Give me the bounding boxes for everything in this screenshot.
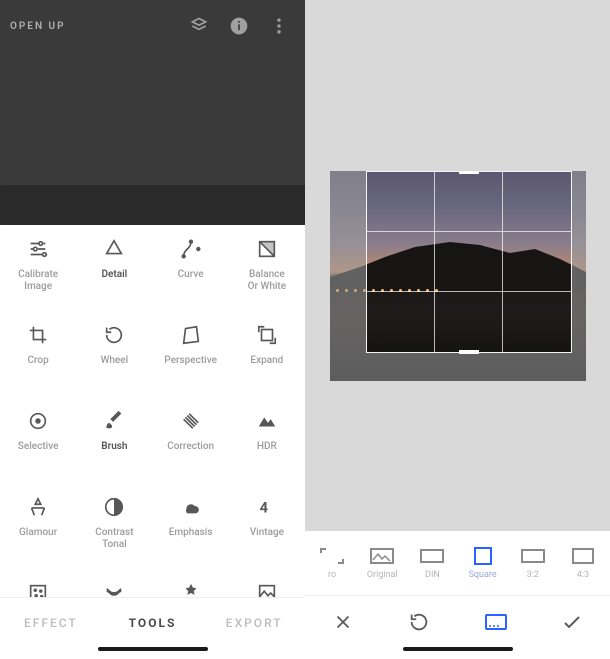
tools-screen: OPEN UP Calibrate Image Detail Curve Balanc… xyxy=(0,0,305,659)
tool-tune[interactable]: Calibrate Image xyxy=(0,235,76,303)
brush-icon xyxy=(100,407,128,435)
tool-grain[interactable]: Grain xyxy=(0,579,76,597)
crop-screen: ro Original DIN Square 3:2 4:3 xyxy=(305,0,610,659)
stack-icon[interactable] xyxy=(183,10,215,42)
tab-export[interactable]: EXPORT xyxy=(203,616,305,630)
tool-label: Emphasis xyxy=(169,527,213,539)
tool-selective[interactable]: Selective xyxy=(0,407,76,475)
info-icon[interactable] xyxy=(223,10,255,42)
white-balance-icon xyxy=(253,235,281,263)
tonal-contrast-icon xyxy=(100,493,128,521)
glamour-icon xyxy=(24,493,52,521)
grain-icon xyxy=(24,579,52,597)
tool-glamour[interactable]: Glamour xyxy=(0,493,76,561)
rotate-button[interactable] xyxy=(381,611,457,633)
tool-curves[interactable]: Curve xyxy=(153,235,229,303)
tool-label: Detail xyxy=(101,269,127,281)
tool-noir[interactable]: White And Black xyxy=(229,579,305,597)
tools-sheet: Calibrate Image Detail Curve Balance Or Whi… xyxy=(0,225,305,597)
aspect-button[interactable] xyxy=(458,613,534,631)
tool-detail[interactable]: Detail xyxy=(76,235,152,303)
tool-label: Wheel xyxy=(101,355,129,367)
ratio-label: Original xyxy=(367,570,398,580)
tool-label: Selective xyxy=(18,441,59,453)
ratio-square-icon xyxy=(469,546,497,566)
tool-drama[interactable]: Emphasis xyxy=(153,493,229,561)
tool-white-balance[interactable]: Balance Or White xyxy=(229,235,305,303)
ratio-original-icon xyxy=(368,546,396,566)
tool-hdr[interactable]: HDR xyxy=(229,407,305,475)
tool-expand[interactable]: Expand xyxy=(229,321,305,389)
svg-text:4: 4 xyxy=(260,499,269,517)
tool-tonal-contrast[interactable]: Contrast Tonal xyxy=(76,493,152,561)
tool-label: Expand xyxy=(250,355,283,367)
ratio-free[interactable]: ro xyxy=(309,546,355,580)
tab-tools[interactable]: TOOLS xyxy=(102,616,204,630)
top-bar: OPEN UP xyxy=(0,0,305,52)
crop-action-bar xyxy=(305,595,610,647)
ratio-free-icon xyxy=(318,546,346,566)
tab-effects[interactable]: EFFECT xyxy=(0,616,102,630)
tool-vintage[interactable]: 4 Vintage xyxy=(229,493,305,561)
cancel-button[interactable] xyxy=(305,611,381,633)
noir-icon xyxy=(253,579,281,597)
tool-label: Calibrate Image xyxy=(18,269,58,292)
ratio-label: Square xyxy=(469,570,497,580)
tool-label: Glamour xyxy=(19,527,57,539)
tool-label: Perspective xyxy=(164,355,217,367)
ratio-3-2[interactable]: 3:2 xyxy=(510,546,556,580)
home-indicator xyxy=(305,647,610,659)
app-brand: OPEN UP xyxy=(10,21,66,32)
tool-rotate[interactable]: Wheel xyxy=(76,321,152,389)
crop-stage[interactable] xyxy=(305,0,610,531)
retrolux-icon xyxy=(100,579,128,597)
ratio-label: 4:3 xyxy=(577,570,589,580)
tool-brush[interactable]: Brush xyxy=(76,407,152,475)
photo xyxy=(330,171,586,381)
tool-label: HDR xyxy=(257,441,277,453)
expand-icon xyxy=(253,321,281,349)
tool-grunge[interactable]: Grunge xyxy=(153,579,229,597)
aspect-ratio-row: ro Original DIN Square 3:2 4:3 xyxy=(305,531,610,595)
tool-label: Brush xyxy=(101,441,127,453)
editor-backdrop: OPEN UP xyxy=(0,0,305,225)
drama-icon xyxy=(177,493,205,521)
hdr-icon xyxy=(253,407,281,435)
confirm-button[interactable] xyxy=(534,610,610,634)
ratio-3-2-icon xyxy=(519,546,547,566)
tool-healing[interactable]: Correction xyxy=(153,407,229,475)
ratio-label: 3:2 xyxy=(527,570,539,580)
home-indicator xyxy=(0,647,305,659)
tool-label: Balance Or White xyxy=(248,269,287,292)
tool-label: Vintage xyxy=(250,527,284,539)
detail-icon xyxy=(100,235,128,263)
ratio-din[interactable]: DIN xyxy=(409,546,455,580)
perspective-icon xyxy=(177,321,205,349)
vintage-icon: 4 xyxy=(253,493,281,521)
tool-label: Curve xyxy=(178,269,204,281)
grunge-icon xyxy=(177,579,205,597)
tool-perspective[interactable]: Perspective xyxy=(153,321,229,389)
image-preview-dimmed xyxy=(0,185,305,225)
selective-icon xyxy=(24,407,52,435)
ratio-label: ro xyxy=(328,570,336,580)
more-icon[interactable] xyxy=(263,10,295,42)
crop-icon xyxy=(24,321,52,349)
tool-label: Correction xyxy=(167,441,214,453)
healing-icon xyxy=(177,407,205,435)
ratio-label: DIN xyxy=(425,570,440,580)
ratio-din-icon xyxy=(418,546,446,566)
ratio-original[interactable]: Original xyxy=(359,546,405,580)
tool-label: Crop xyxy=(28,355,49,367)
tune-icon xyxy=(24,235,52,263)
tool-crop[interactable]: Crop xyxy=(0,321,76,389)
bottom-tabs: EFFECT TOOLS EXPORT xyxy=(0,597,305,647)
ratio-4-3[interactable]: 4:3 xyxy=(560,546,606,580)
tool-label: Contrast Tonal xyxy=(95,527,133,550)
ratio-4-3-icon xyxy=(569,546,597,566)
ratio-square[interactable]: Square xyxy=(460,546,506,580)
tool-retrolux[interactable]: Retrolux xyxy=(76,579,152,597)
rotate-icon xyxy=(100,321,128,349)
curves-icon xyxy=(177,235,205,263)
